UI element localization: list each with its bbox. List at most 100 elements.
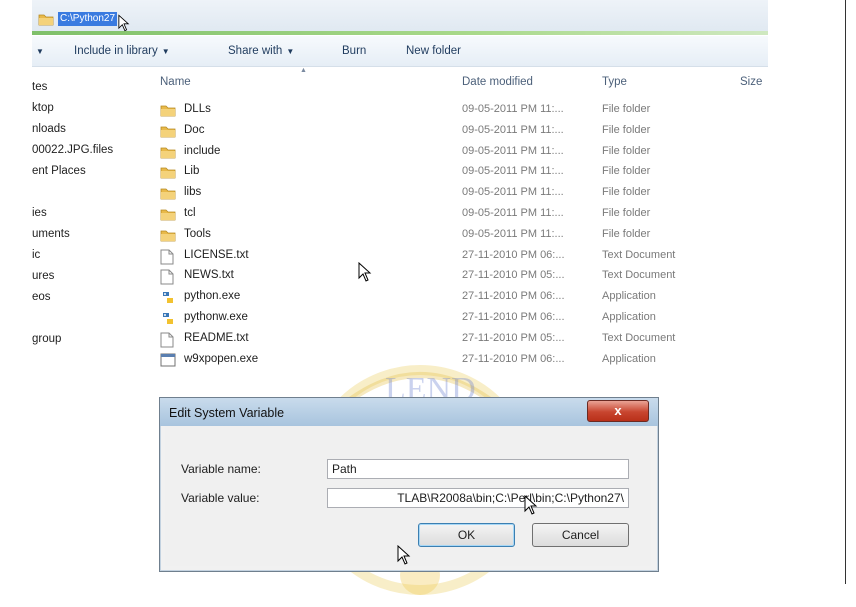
file-type: File folder (602, 123, 651, 136)
file-row[interactable]: Tools 09-05-2011 PM 11:... File folder (152, 225, 768, 245)
application-icon (160, 353, 176, 370)
file-type: File folder (602, 165, 651, 178)
nav-item[interactable]: uments (32, 228, 70, 240)
file-row[interactable]: NEWS.txt 27-11-2010 PM 05:... Text Documen… (152, 266, 768, 286)
folder-icon (160, 228, 176, 245)
file-row[interactable]: LICENSE.txt 27-11-2010 PM 06:... Text Docu… (152, 246, 768, 266)
file-row[interactable]: Lib 09-05-2011 PM 11:... File folder (152, 162, 768, 182)
file-name: Tools (184, 227, 211, 240)
file-date-modified: 09-05-2011 PM 11:... (462, 103, 564, 115)
file-name: Lib (184, 165, 200, 178)
text-document-icon (160, 332, 174, 351)
file-name: Doc (184, 123, 205, 136)
file-type: Application (602, 352, 656, 365)
cancel-button[interactable]: Cancel (532, 523, 629, 547)
file-row[interactable]: w9xpopen.exe 27-11-2010 PM 06:... Applicat… (152, 350, 768, 370)
file-name: libs (184, 186, 202, 199)
nav-item[interactable]: ies (32, 207, 47, 219)
folder-icon (38, 12, 54, 29)
file-row[interactable]: tcl 09-05-2011 PM 11:... File folder (152, 204, 768, 224)
file-date-modified: 27-11-2010 PM 05:... (462, 269, 565, 282)
dialog-titlebar[interactable]: Edit System Variable x (160, 398, 658, 426)
nav-item[interactable]: group (32, 333, 61, 345)
variable-name-field[interactable] (327, 459, 629, 479)
organize-dropdown[interactable]: ▼ (32, 45, 44, 57)
file-name: NEWS.txt (184, 269, 234, 282)
file-type: Application (602, 311, 656, 323)
file-name: DLLs (184, 103, 211, 115)
file-name: pythonw.exe (184, 311, 248, 323)
window-border (845, 0, 846, 584)
file-date-modified: 27-11-2010 PM 06:... (462, 248, 565, 261)
file-date-modified: 09-05-2011 PM 11:... (462, 207, 564, 219)
file-row[interactable]: python.exe 27-11-2010 PM 06:... Applicatio… (152, 287, 768, 307)
variable-value-field[interactable] (327, 488, 629, 508)
share-with-button[interactable]: Share with ▼ (228, 45, 294, 57)
address-progress-bar (32, 31, 768, 35)
file-row[interactable]: DLLs 09-05-2011 PM 11:... File folder (152, 100, 768, 120)
column-header-size[interactable]: Size (740, 76, 762, 88)
folder-icon (160, 207, 176, 224)
text-document-icon (160, 249, 174, 268)
file-type: Text Document (602, 248, 676, 261)
file-type: Text Document (602, 269, 676, 282)
file-name: include (184, 144, 221, 157)
sort-arrow-icon: ▲ (300, 67, 307, 74)
share-with-label: Share with (228, 45, 283, 57)
column-header-name[interactable]: Name (160, 76, 191, 88)
file-row[interactable]: pythonw.exe 27-11-2010 PM 06:... Applicati… (152, 308, 768, 328)
file-row[interactable]: README.txt 27-11-2010 PM 05:... Text Docum… (152, 329, 768, 349)
nav-item[interactable]: tes (32, 81, 47, 93)
python-icon (160, 311, 176, 330)
column-header-date-modified[interactable]: Date modified (462, 76, 533, 88)
ok-button[interactable]: OK (418, 523, 515, 547)
file-type: File folder (602, 186, 651, 199)
file-date-modified: 27-11-2010 PM 06:... (462, 352, 565, 365)
nav-item[interactable]: ic (32, 249, 40, 261)
column-header-type[interactable]: Type (602, 76, 627, 88)
variable-name-label: Variable name: (181, 462, 261, 476)
file-date-modified: 27-11-2010 PM 05:... (462, 331, 565, 344)
file-row[interactable]: include 09-05-2011 PM 11:... File folder (152, 142, 768, 162)
nav-item[interactable]: ent Places (32, 165, 86, 177)
address-bar[interactable]: C:\Python27 (32, 0, 768, 35)
dialog-body: Variable name: Variable value: OK Cancel (165, 426, 651, 566)
burn-button[interactable]: Burn (342, 45, 366, 57)
file-list: ▲ Name Date modified Type Size DLLs 09-05… (152, 67, 768, 370)
file-type: File folder (602, 207, 651, 219)
file-row[interactable]: libs 09-05-2011 PM 11:... File folder (152, 183, 768, 203)
nav-item[interactable]: ktop (32, 102, 54, 114)
nav-item[interactable]: eos (32, 291, 51, 303)
folder-icon (160, 145, 176, 162)
file-type: File folder (602, 227, 651, 240)
file-name: README.txt (184, 331, 249, 344)
dropdown-arrow-icon: ▼ (286, 47, 295, 56)
nav-item[interactable]: nloads (32, 123, 66, 135)
file-date-modified: 09-05-2011 PM 11:... (462, 227, 564, 240)
explorer-window: C:\Python27 ▼ Include in library ▼ Share … (32, 0, 768, 370)
close-button[interactable]: x (587, 400, 649, 422)
file-name: LICENSE.txt (184, 248, 249, 261)
file-type: File folder (602, 144, 651, 157)
file-name: w9xpopen.exe (184, 352, 259, 365)
edit-system-variable-dialog: Edit System Variable x Variable name: Va… (159, 397, 659, 572)
folder-icon (160, 124, 176, 141)
folder-icon (160, 165, 176, 182)
file-date-modified: 27-11-2010 PM 06:... (462, 290, 565, 303)
address-path[interactable]: C:\Python27 (58, 12, 118, 26)
new-folder-button[interactable]: New folder (406, 45, 461, 57)
folder-icon (160, 103, 176, 120)
python-icon (160, 290, 176, 309)
folder-icon (160, 186, 176, 203)
include-in-library-button[interactable]: Include in library ▼ (74, 45, 170, 57)
file-type: Application (602, 290, 656, 303)
command-toolbar: ▼ Include in library ▼ Share with ▼ Burn N… (32, 36, 768, 67)
dropdown-arrow-icon: ▼ (161, 47, 170, 56)
nav-item[interactable]: 00022.JPG.files (32, 144, 113, 156)
file-row[interactable]: Doc 09-05-2011 PM 11:... File folder (152, 121, 768, 141)
file-date-modified: 09-05-2011 PM 11:... (462, 165, 564, 178)
text-document-icon (160, 269, 174, 288)
dropdown-arrow-icon: ▼ (36, 47, 44, 56)
file-date-modified: 27-11-2010 PM 06:... (462, 311, 565, 323)
nav-item[interactable]: ures (32, 270, 54, 282)
